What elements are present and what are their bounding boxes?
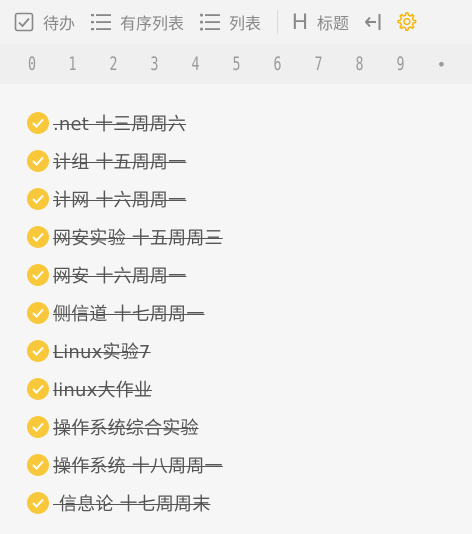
todo-text[interactable]: Linux实验7 [53,338,151,364]
check-circle-icon[interactable] [27,112,49,134]
check-circle-icon[interactable] [27,378,49,400]
check-circle-icon[interactable] [27,454,49,476]
digit-key-7[interactable]: 7 [304,44,333,84]
todo-label: 待办 [43,14,76,33]
todo-text[interactable]: .net 十三周周六 [53,110,186,136]
bullet-key[interactable]: • [421,44,462,84]
todo-item: 侧信道 十七周周一 [0,294,472,332]
digit-key-6[interactable]: 6 [263,44,292,84]
ordered-list-button[interactable]: 有序列表 [91,0,184,44]
checkbox-icon [14,12,34,32]
digit-keypad-bar: 0 1 2 3 4 5 6 7 8 9 • [0,44,472,84]
todo-text[interactable]: 操作系统综合实验 [53,414,199,440]
check-circle-icon[interactable] [27,188,49,210]
digit-key-1[interactable]: 1 [58,44,87,84]
check-circle-icon[interactable] [27,340,49,362]
list-button[interactable]: 列表 [200,0,261,44]
todo-list: .net 十三周周六 计组 十五周周一 计网 十六周周一 网安实验 十五周周三 … [0,104,472,522]
todo-button[interactable]: 待办 [14,0,75,44]
todo-item: .net 十三周周六 [0,104,472,142]
heading-label: 标题 [316,14,349,33]
indent-icon [364,13,381,31]
check-circle-icon[interactable] [27,492,49,514]
check-circle-icon[interactable] [27,226,49,248]
settings-button[interactable] [395,0,417,44]
heading-icon: H [292,9,308,34]
digit-key-9[interactable]: 9 [386,44,415,84]
todo-item: 网安实验 十五周周三 [0,218,472,256]
heading-button[interactable]: H 标题 [292,0,349,44]
todo-item: 操作系统 十八周周一 [0,446,472,484]
todo-text[interactable]: 网安 十六周周一 [53,262,186,288]
todo-item: linux大作业 [0,370,472,408]
digit-key-2[interactable]: 2 [99,44,128,84]
check-circle-icon[interactable] [27,150,49,172]
ordered-list-icon [91,12,112,32]
todo-item: 操作系统综合实验 [0,408,472,446]
todo-text[interactable]: 网安实验 十五周周三 [53,224,223,250]
todo-text[interactable]: 计组 十五周周一 [53,148,186,174]
todo-item: 信息论 十七周周末 [0,484,472,522]
digit-key-5[interactable]: 5 [222,44,251,84]
todo-text[interactable]: 操作系统 十八周周一 [53,452,223,478]
ordered-list-label: 有序列表 [120,14,185,33]
todo-text[interactable]: linux大作业 [53,376,152,402]
formatting-toolbar: 待办 有序列表 列表 H 标题 [0,0,472,44]
indent-button[interactable] [364,0,381,44]
gear-icon [395,11,417,33]
todo-item: 计网 十六周周一 [0,180,472,218]
check-circle-icon[interactable] [27,264,49,286]
digit-key-8[interactable]: 8 [345,44,374,84]
digit-key-0[interactable]: 0 [18,44,46,84]
app-window: 待办 有序列表 列表 H 标题 0 1 2 3 4 5 6 7 8 9 • .n… [0,0,472,534]
digit-key-4[interactable]: 4 [181,44,210,84]
todo-text[interactable]: 计网 十六周周一 [53,186,186,212]
todo-item: 网安 十六周周一 [0,256,472,294]
list-label: 列表 [229,14,262,33]
check-circle-icon[interactable] [27,416,49,438]
bullet-list-icon [200,12,221,32]
todo-item: 计组 十五周周一 [0,142,472,180]
todo-item: Linux实验7 [0,332,472,370]
check-circle-icon[interactable] [27,302,49,324]
todo-text[interactable]: 侧信道 十七周周一 [53,300,205,326]
toolbar-divider [277,10,279,34]
digit-key-3[interactable]: 3 [140,44,169,84]
todo-text[interactable]: 信息论 十七周周末 [53,490,210,516]
